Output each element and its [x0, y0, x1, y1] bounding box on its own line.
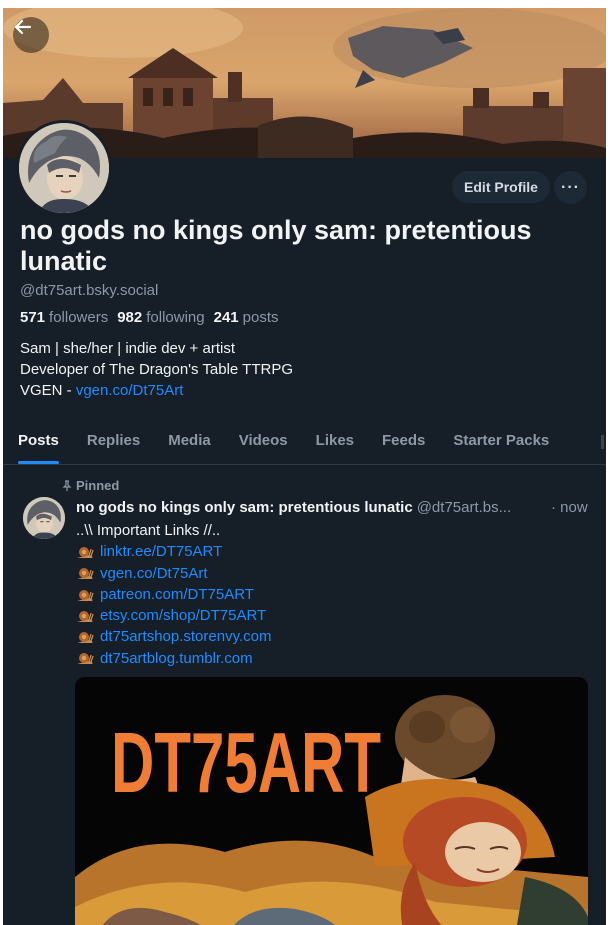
- profile-bio: Sam | she/her | indie dev + artist Devel…: [20, 338, 293, 401]
- post-image-artwork: DT75ART: [75, 677, 588, 925]
- followers-count: 571: [20, 309, 46, 326]
- post-text: ..\\ Important Links //.. linktr.ee/DT75…: [76, 520, 271, 669]
- profile-tabs: Posts Replies Media Videos Likes Feeds S…: [3, 426, 606, 465]
- post-link[interactable]: dt75artblog.tumblr.com: [100, 648, 253, 669]
- tab-posts[interactable]: Posts: [18, 426, 59, 464]
- following-stat[interactable]: 982 following: [117, 309, 204, 326]
- bio-line: Developer of The Dragon's Table TTRPG: [20, 361, 294, 378]
- post-image[interactable]: DT75ART: [75, 677, 588, 925]
- post-link-row: etsy.com/shop/DT75ART: [76, 605, 271, 626]
- profile-screen: Edit Profile ··· no gods no kings only s…: [3, 8, 606, 925]
- avatar-artwork: [23, 497, 65, 539]
- post-author-name[interactable]: no gods no kings only sam: pretentious l…: [76, 499, 413, 516]
- more-options-button[interactable]: ···: [554, 171, 587, 204]
- pinned-indicator: Pinned: [61, 478, 119, 493]
- posts-stat: 241 posts: [214, 309, 279, 326]
- profile-handle: @dt75art.bsky.social: [20, 282, 159, 299]
- avatar-artwork: [19, 123, 109, 213]
- snail-icon: [76, 587, 94, 603]
- bio-line: VGEN - vgen.co/Dt75Art: [20, 380, 293, 401]
- pinned-label: Pinned: [76, 478, 120, 493]
- snail-icon: [76, 565, 94, 581]
- bio-link[interactable]: vgen.co/Dt75Art: [76, 382, 184, 399]
- posts-label: posts: [242, 309, 279, 326]
- profile-display-name: no gods no kings only sam: pretentious l…: [20, 215, 532, 276]
- post-link[interactable]: etsy.com/shop/DT75ART: [100, 605, 266, 626]
- arrow-left-icon: [14, 19, 32, 35]
- tab-replies[interactable]: Replies: [87, 426, 140, 464]
- following-label: following: [146, 309, 205, 326]
- post-timestamp[interactable]: · now: [551, 499, 588, 516]
- post-link-row: linktr.ee/DT75ART: [76, 541, 271, 562]
- tab-starter-packs[interactable]: Starter Packs: [453, 426, 549, 464]
- edit-profile-button[interactable]: Edit Profile: [452, 171, 550, 203]
- bio-link-prefix: VGEN -: [20, 382, 76, 399]
- snail-icon: [76, 650, 94, 666]
- post-link-row: dt75artblog.tumblr.com: [76, 648, 271, 669]
- post-link[interactable]: patreon.com/DT75ART: [100, 584, 254, 605]
- tab-likes[interactable]: Likes: [316, 426, 354, 464]
- post-intro: ..\\ Important Links //..: [76, 522, 221, 539]
- profile-avatar[interactable]: [16, 120, 112, 216]
- post-author-avatar[interactable]: [23, 497, 65, 539]
- tab-videos[interactable]: Videos: [239, 426, 288, 464]
- post-link[interactable]: linktr.ee/DT75ART: [100, 541, 222, 562]
- post-link[interactable]: vgen.co/Dt75Art: [100, 563, 208, 584]
- post-image-title: DT75ART: [111, 715, 381, 810]
- snail-icon: [76, 608, 94, 624]
- bio-line: Sam | she/her | indie dev + artist: [20, 340, 235, 357]
- pin-icon: [62, 479, 72, 491]
- post-link-row: dt75artshop.storenvy.com: [76, 626, 271, 647]
- posts-count: 241: [213, 309, 239, 326]
- back-button[interactable]: [13, 17, 49, 53]
- post-header: no gods no kings only sam: pretentious l…: [76, 499, 596, 516]
- post-link-row: patreon.com/DT75ART: [76, 584, 271, 605]
- snail-icon: [76, 629, 94, 645]
- post-author-handle[interactable]: @dt75art.bs...: [417, 499, 511, 516]
- tab-feeds[interactable]: Feeds: [382, 426, 425, 464]
- post-link[interactable]: dt75artshop.storenvy.com: [100, 626, 271, 647]
- tab-media[interactable]: Media: [168, 426, 211, 464]
- tabs-scroll-indicator: [601, 435, 604, 449]
- followers-stat[interactable]: 571 followers: [20, 309, 108, 326]
- followers-label: followers: [49, 309, 109, 326]
- profile-stats: 571 followers 982 following 241 posts: [20, 309, 279, 326]
- snail-icon: [76, 544, 94, 560]
- following-count: 982: [117, 309, 143, 326]
- post-link-row: vgen.co/Dt75Art: [76, 563, 271, 584]
